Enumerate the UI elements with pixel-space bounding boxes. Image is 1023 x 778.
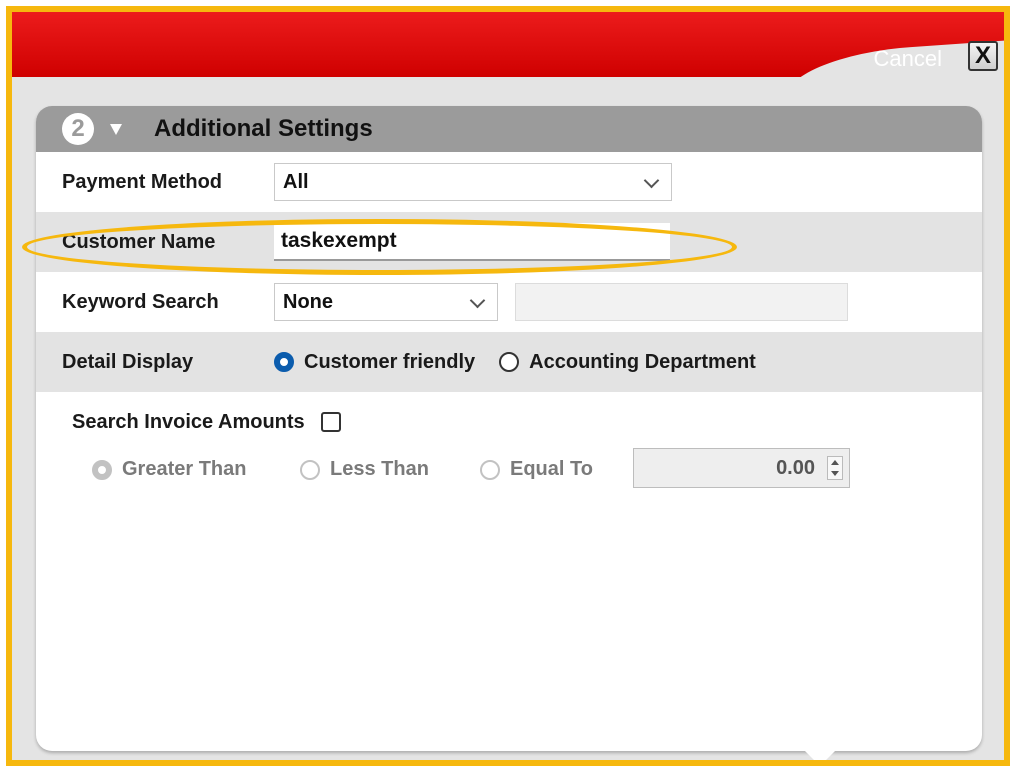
equal-to-label: Equal To bbox=[510, 458, 593, 480]
keyword-search-row: Keyword Search None bbox=[36, 272, 982, 332]
payment-method-select[interactable]: All bbox=[274, 163, 672, 201]
less-than-option[interactable]: Less Than bbox=[300, 458, 429, 481]
callout-pointer bbox=[798, 744, 842, 760]
detail-display-row: Detail Display Customer friendly Account… bbox=[36, 332, 982, 392]
detail-display-option-customer[interactable]: Customer friendly bbox=[274, 351, 475, 374]
detail-display-option-accounting[interactable]: Accounting Department bbox=[499, 351, 756, 374]
close-icon[interactable]: X bbox=[968, 41, 998, 71]
customer-friendly-radio[interactable] bbox=[274, 352, 294, 372]
amount-comparison-row: Greater Than Less Than Equal To 0.00 bbox=[36, 448, 982, 488]
greater-than-option[interactable]: Greater Than bbox=[92, 458, 246, 481]
collapse-triangle-icon[interactable] bbox=[110, 123, 122, 135]
panel-title: Additional Settings bbox=[154, 115, 373, 142]
cancel-link[interactable]: Cancel bbox=[874, 46, 942, 72]
less-than-label: Less Than bbox=[330, 458, 429, 480]
payment-method-row: Payment Method All bbox=[36, 152, 982, 212]
payment-method-label: Payment Method bbox=[62, 170, 223, 193]
search-invoice-label: Search Invoice Amounts bbox=[72, 410, 305, 433]
amount-input[interactable]: 0.00 bbox=[633, 448, 850, 488]
greater-than-label: Greater Than bbox=[122, 458, 247, 480]
customer-name-label: Customer Name bbox=[62, 230, 216, 253]
greater-than-radio[interactable] bbox=[92, 459, 112, 480]
customer-name-row: Customer Name taskexempt bbox=[36, 212, 982, 272]
amount-value: 0.00 bbox=[776, 457, 815, 479]
payment-method-value: All bbox=[283, 170, 309, 193]
search-invoice-row: Search Invoice Amounts bbox=[36, 392, 982, 452]
search-invoice-checkbox[interactable] bbox=[320, 412, 341, 432]
step-number-badge: 2 bbox=[62, 113, 94, 145]
accounting-department-radio[interactable] bbox=[499, 352, 520, 372]
detail-display-label: Detail Display bbox=[62, 350, 194, 373]
chevron-down-icon bbox=[469, 292, 486, 309]
customer-name-input[interactable]: taskexempt bbox=[274, 223, 670, 261]
spinner-icon[interactable] bbox=[827, 456, 843, 480]
keyword-search-text-field bbox=[515, 283, 848, 321]
accounting-department-label: Accounting Department bbox=[529, 350, 756, 373]
customer-friendly-label: Customer friendly bbox=[304, 350, 476, 373]
chevron-down-icon bbox=[643, 172, 660, 189]
additional-settings-panel: 2 Additional Settings Payment Method All… bbox=[36, 106, 982, 751]
keyword-search-select[interactable]: None bbox=[274, 283, 498, 321]
dialog-frame: Cancel X 2 Additional Settings Payment M… bbox=[6, 6, 1010, 766]
title-bar: Cancel X bbox=[12, 12, 1004, 77]
equal-to-radio[interactable] bbox=[480, 459, 500, 480]
keyword-search-value: None bbox=[283, 290, 333, 313]
equal-to-option[interactable]: Equal To bbox=[480, 458, 593, 481]
panel-header[interactable]: 2 Additional Settings bbox=[36, 106, 982, 152]
less-than-radio[interactable] bbox=[300, 459, 320, 480]
keyword-search-label: Keyword Search bbox=[62, 290, 219, 313]
